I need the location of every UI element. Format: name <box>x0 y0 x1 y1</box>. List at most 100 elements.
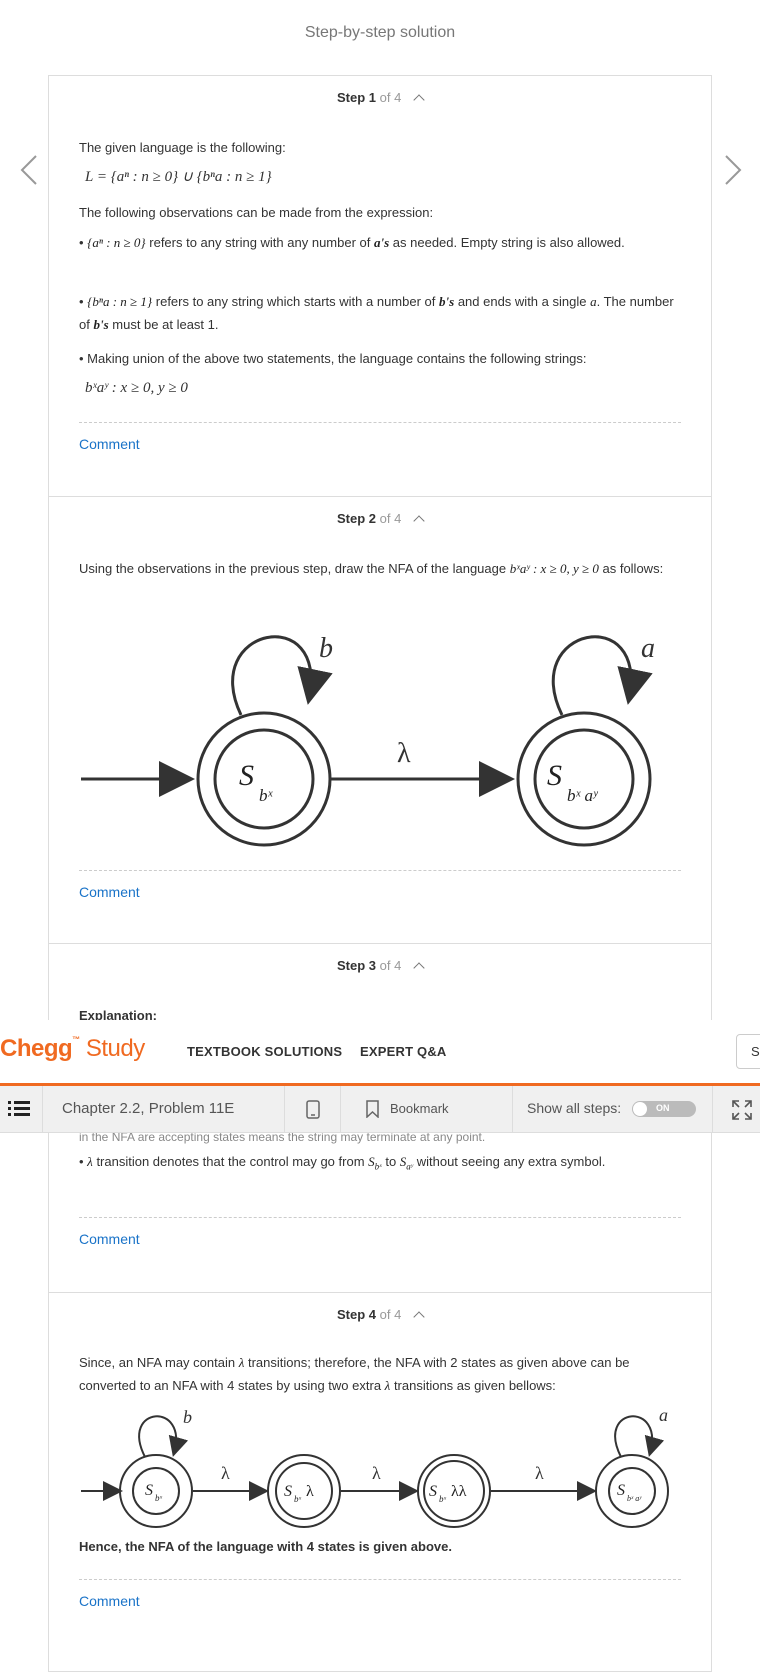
comment-link[interactable]: Comment <box>79 436 140 452</box>
language-formula: L = {aⁿ : n ≥ 0} ∪ {bⁿa : n ≥ 1} <box>85 169 272 185</box>
state-4-outer <box>595 1454 669 1528</box>
step-label: Step 4 <box>337 1307 377 1322</box>
edge-2-label: λ <box>372 1463 381 1483</box>
observations-text: The following observations can be made f… <box>79 205 434 220</box>
state-4-inner <box>608 1467 656 1515</box>
bullet-2-math: {bⁿa : n ≥ 1} <box>87 294 153 309</box>
state-2-suffix: λ <box>306 1483 314 1500</box>
chevron-left-icon[interactable] <box>14 150 44 190</box>
mobile-phone-icon[interactable] <box>306 1100 320 1119</box>
state-from-sub: bˣ <box>374 1161 382 1172</box>
divider <box>42 1086 43 1132</box>
state-2-outer <box>516 711 652 847</box>
step-count: of 4 <box>379 958 402 973</box>
lambda-symbol: λ <box>87 1154 93 1169</box>
trademark-mark: ™ <box>72 1035 80 1044</box>
bookmark-icon[interactable] <box>366 1100 379 1118</box>
bullet-2-text-a: refers to any string which starts with a… <box>155 294 436 309</box>
step-1-card: Step 1 of 4 The given language is the fo… <box>48 75 712 497</box>
step-3-bullet: • λ transition denotes that the control … <box>79 1154 606 1172</box>
step-count: of 4 <box>379 511 402 526</box>
state-to-sub: aʸ <box>406 1161 414 1172</box>
step-4-text-c: transitions as given bellows: <box>393 1378 556 1393</box>
step-4-card: Step 4 of 4 Since, an NFA may contain λ … <box>48 1292 712 1672</box>
bullet-text-a: transition denotes that the control may … <box>96 1154 365 1169</box>
list-icon[interactable] <box>8 1100 30 1118</box>
comment-link[interactable]: Comment <box>79 1231 140 1247</box>
divider <box>79 422 681 423</box>
bookmark-button[interactable]: Bookmark <box>390 1101 449 1116</box>
chapter-selector[interactable]: Chapter 2.2, Problem 11E <box>62 1100 234 1117</box>
bullet-2-var3: b's <box>93 317 109 332</box>
search-input[interactable]: S <box>736 1034 760 1069</box>
state-1-inner <box>132 1467 180 1515</box>
loop-a-label: a <box>659 1405 668 1425</box>
bullet-2-var: b's <box>439 294 455 309</box>
step-count: of 4 <box>379 90 402 105</box>
state-2-label: S <box>284 1483 292 1500</box>
nfa-two-state-diagram: b λ a S bˣ S bˣ aʸ <box>81 633 655 847</box>
nfa-four-state-diagram: b S bˣ λ S bˣ λ λ S bˣ λλ λ a S bˣ aʸ <box>81 1405 669 1528</box>
chegg-study-logo[interactable]: Chegg™ Study <box>0 1035 145 1063</box>
logo-chegg: Chegg <box>0 1035 73 1062</box>
divider <box>79 1579 681 1580</box>
show-all-steps-label: Show all steps: <box>527 1100 622 1116</box>
state-4-label: S <box>617 1482 625 1499</box>
step-4-text-a: Since, an NFA may contain <box>79 1355 236 1370</box>
bullet-1: • {aⁿ : n ≥ 0} refers to any string with… <box>79 235 625 250</box>
show-all-steps-toggle[interactable]: ON <box>632 1101 696 1117</box>
loop-a <box>551 635 653 716</box>
conclusion-text: Hence, the NFA of the language with 4 st… <box>79 1539 452 1554</box>
state-4-sub: bˣ aʸ <box>627 1494 642 1503</box>
bullet-1-text-b: as needed. Empty string is also allowed. <box>392 235 625 250</box>
nav-textbook-solutions[interactable]: TEXTBOOK SOLUTIONS <box>187 1044 342 1059</box>
loop-b-label: b <box>319 633 333 664</box>
step-1-intro: The given language is the following: <box>79 140 286 155</box>
comment-link[interactable]: Comment <box>79 1593 140 1609</box>
chevron-up-icon[interactable] <box>413 1311 425 1323</box>
to-word: to <box>385 1154 397 1169</box>
page-title: Step-by-step solution <box>304 24 456 41</box>
chevron-up-icon[interactable] <box>413 515 425 527</box>
step-2-header[interactable]: Step 2 of 4 <box>49 511 711 527</box>
state-1-inner <box>213 728 315 830</box>
bullet-2-var2: a <box>590 294 597 309</box>
lambda-label: λ <box>397 738 411 769</box>
lambda-symbol: λ <box>238 1355 245 1370</box>
comment-link[interactable]: Comment <box>79 884 140 900</box>
chevron-up-icon[interactable] <box>413 962 425 974</box>
chevron-right-icon[interactable] <box>718 150 748 190</box>
state-3-sub: bˣ <box>439 1494 447 1504</box>
divider <box>79 870 681 871</box>
step-3-header[interactable]: Step 3 of 4 <box>49 958 711 974</box>
expand-icon[interactable] <box>732 1100 752 1120</box>
nav-expert-qa[interactable]: EXPERT Q&A <box>360 1044 447 1059</box>
step-label: Step 1 <box>337 90 377 105</box>
loop-a <box>614 1415 665 1458</box>
divider <box>512 1086 513 1132</box>
chegg-header: Chegg™ Study TEXTBOOK SOLUTIONS EXPERT Q… <box>0 1020 760 1086</box>
lambda-symbol: λ <box>384 1378 391 1393</box>
bullet-3: • Making union of the above two statemen… <box>79 351 587 366</box>
loop-b <box>231 635 333 716</box>
state-2-sub: bˣ aʸ <box>567 786 599 805</box>
strings-formula: bˣaʸ : x ≥ 0, y ≥ 0 <box>85 380 188 396</box>
step-2-math: bˣaʸ : x ≥ 0, y ≥ 0 <box>509 561 599 576</box>
state-1-outer <box>196 711 332 847</box>
loop-b <box>138 1415 189 1458</box>
state-1-outer <box>119 1454 193 1528</box>
step-1-header[interactable]: Step 1 of 4 <box>49 90 711 106</box>
bullet-2: • {bⁿa : n ≥ 1} refers to any string whi… <box>79 294 674 332</box>
state-2-label: S <box>547 759 562 792</box>
chevron-up-icon[interactable] <box>413 94 425 106</box>
divider <box>284 1086 285 1132</box>
step-4-header[interactable]: Step 4 of 4 <box>49 1307 711 1323</box>
step-4-text: Since, an NFA may contain λ transitions;… <box>79 1351 679 1397</box>
toggle-label: ON <box>656 1103 670 1113</box>
edge-3-label: λ <box>535 1463 544 1483</box>
edge-1-label: λ <box>221 1463 230 1483</box>
step-2-text-b: as follows: <box>602 561 664 576</box>
step-label: Step 2 <box>337 511 377 526</box>
bullet-1-math: {aⁿ : n ≥ 0} <box>87 235 146 250</box>
divider <box>712 1086 713 1132</box>
